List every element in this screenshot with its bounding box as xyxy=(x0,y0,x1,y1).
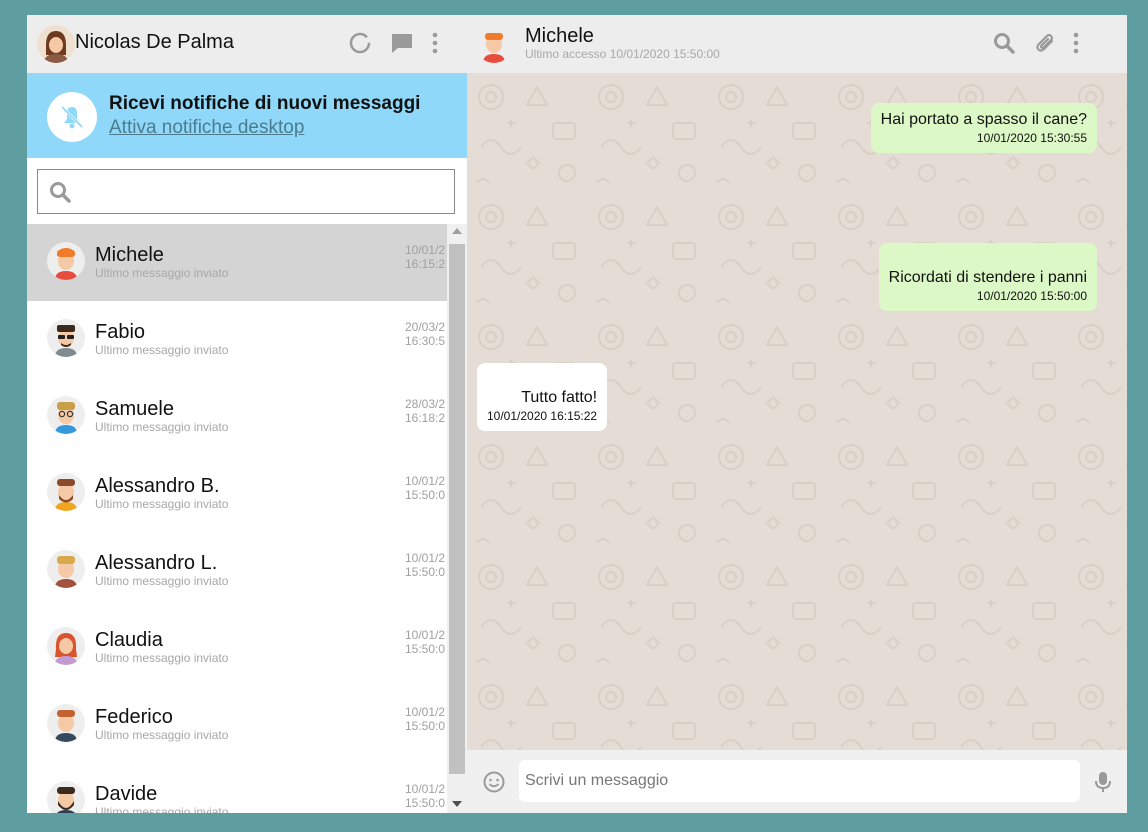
contact-timestamp: 10/01/2 15:50:0 xyxy=(405,628,446,656)
contact-name: Davide xyxy=(95,783,158,805)
contact-last-message: Ultimo messaggio inviato xyxy=(95,420,229,434)
contact-list: Michele Ultimo messaggio inviato 10/01/2… xyxy=(27,224,447,813)
contact-timestamp: 10/01/2 15:50:0 xyxy=(405,474,446,502)
contact-avatar xyxy=(47,319,85,357)
contact-timestamp: 10/01/2 16:15:2 xyxy=(405,243,446,271)
scrollbar-thumb[interactable] xyxy=(449,244,465,774)
sidebar: Nicolas De Palma Ricevi notifiche di nuo… xyxy=(27,15,467,813)
contact-timestamp: 10/01/2 15:50:0 xyxy=(405,705,446,733)
message-area[interactable]: Hai portato a spasso il cane? 10/01/2020… xyxy=(467,73,1127,750)
contact-last-message: Ultimo messaggio inviato xyxy=(95,343,229,357)
notification-title: Ricevi notifiche di nuovi messaggi xyxy=(109,93,421,114)
notification-banner: Ricevi notifiche di nuovi messaggi Attiv… xyxy=(27,73,467,158)
contact-last-message: Ultimo messaggio inviato xyxy=(95,574,229,588)
chat-icon[interactable] xyxy=(389,30,415,56)
message-composer xyxy=(467,750,1127,813)
contact-list-scrollbar[interactable] xyxy=(447,224,467,813)
search-icon xyxy=(50,182,71,203)
contact-last-message: Ultimo messaggio inviato xyxy=(95,651,229,665)
bell-off-icon xyxy=(47,92,97,142)
search-bar xyxy=(27,158,467,224)
contact-item-alessandro-l[interactable]: Alessandro L. Ultimo messaggio inviato 1… xyxy=(27,532,447,609)
contact-last-message: Ultimo messaggio inviato xyxy=(95,805,229,813)
search-icon[interactable] xyxy=(991,30,1017,56)
contact-timestamp: 28/03/2 16:18:2 xyxy=(405,397,446,425)
contact-item-claudia[interactable]: Claudia Ultimo messaggio inviato 10/01/2… xyxy=(27,609,447,686)
contact-timestamp: 20/03/2 16:30:5 xyxy=(405,320,446,348)
scroll-up-arrow-icon[interactable] xyxy=(452,228,462,234)
peer-avatar[interactable] xyxy=(475,25,513,63)
contact-item-samuele[interactable]: Samuele Ultimo messaggio inviato 28/03/2… xyxy=(27,378,447,455)
contact-item-alessandro-b[interactable]: Alessandro B. Ultimo messaggio inviato 1… xyxy=(27,455,447,532)
menu-dots-icon[interactable] xyxy=(427,30,453,56)
contact-name: Claudia xyxy=(95,629,163,651)
contact-avatar xyxy=(47,550,85,588)
contact-avatar xyxy=(47,473,85,511)
contact-name: Michele xyxy=(95,244,164,266)
menu-dots-icon[interactable] xyxy=(1068,30,1094,56)
user-name: Nicolas De Palma xyxy=(75,31,234,53)
contact-name: Fabio xyxy=(95,321,146,343)
conversation-header: Michele Ultimo accesso 10/01/2020 15:50:… xyxy=(467,15,1127,73)
message-time: 10/01/2020 15:50:00 xyxy=(976,289,1087,303)
message-time: 10/01/2020 15:30:55 xyxy=(976,131,1087,145)
message-input[interactable] xyxy=(519,760,1080,802)
contact-item-davide[interactable]: Davide Ultimo messaggio inviato 10/01/2 1… xyxy=(27,763,447,813)
contact-avatar xyxy=(47,627,85,665)
contact-timestamp: 10/01/2 15:50:0 xyxy=(405,551,446,579)
contact-item-michele[interactable]: Michele Ultimo messaggio inviato 10/01/2… xyxy=(27,224,447,301)
emoji-icon[interactable] xyxy=(482,770,506,794)
contact-last-message: Ultimo messaggio inviato xyxy=(95,266,229,280)
scroll-down-arrow-icon[interactable] xyxy=(452,801,462,807)
contact-name: Alessandro B. xyxy=(95,475,220,497)
conversation: Michele Ultimo accesso 10/01/2020 15:50:… xyxy=(467,15,1127,813)
message-text: Ricordati di stendere i panni xyxy=(888,269,1087,286)
chat-app: Nicolas De Palma Ricevi notifiche di nuo… xyxy=(27,15,1127,813)
message-text: Hai portato a spasso il cane? xyxy=(880,111,1087,128)
contact-last-message: Ultimo messaggio inviato xyxy=(95,497,229,511)
mic-icon[interactable] xyxy=(1092,770,1114,794)
contact-avatar xyxy=(47,704,85,742)
contact-last-message: Ultimo messaggio inviato xyxy=(95,728,229,742)
contact-item-fabio[interactable]: Fabio Ultimo messaggio inviato 20/03/2 16… xyxy=(27,301,447,378)
sidebar-header: Nicolas De Palma xyxy=(27,15,467,73)
contact-name: Samuele xyxy=(95,398,174,420)
message-bubble-received: Tutto fatto! 10/01/2020 16:15:22 xyxy=(477,363,608,431)
message-bubble-sent: Hai portato a spasso il cane? 10/01/2020… xyxy=(870,103,1097,153)
contact-avatar xyxy=(47,242,85,280)
contact-name: Alessandro L. xyxy=(95,552,218,574)
message-bubble-sent: Ricordati di stendere i panni 10/01/2020… xyxy=(878,243,1097,311)
attach-icon[interactable] xyxy=(1032,30,1058,56)
search-input[interactable] xyxy=(82,176,442,206)
status-ring-icon[interactable] xyxy=(347,30,373,56)
peer-name: Michele xyxy=(525,25,594,47)
enable-desktop-notifications-link[interactable]: Attiva notifiche desktop xyxy=(109,117,304,139)
contact-item-federico[interactable]: Federico Ultimo messaggio inviato 10/01/… xyxy=(27,686,447,763)
contact-name: Federico xyxy=(95,706,173,728)
user-avatar[interactable] xyxy=(37,25,75,63)
contact-avatar xyxy=(47,781,85,813)
search-box[interactable] xyxy=(37,169,455,214)
peer-last-seen: Ultimo accesso 10/01/2020 15:50:00 xyxy=(525,47,720,61)
contact-avatar xyxy=(47,396,85,434)
contact-timestamp: 10/01/2 15:50:0 xyxy=(405,782,446,810)
message-time: 10/01/2020 16:15:22 xyxy=(487,409,598,423)
message-text: Tutto fatto! xyxy=(521,389,598,406)
